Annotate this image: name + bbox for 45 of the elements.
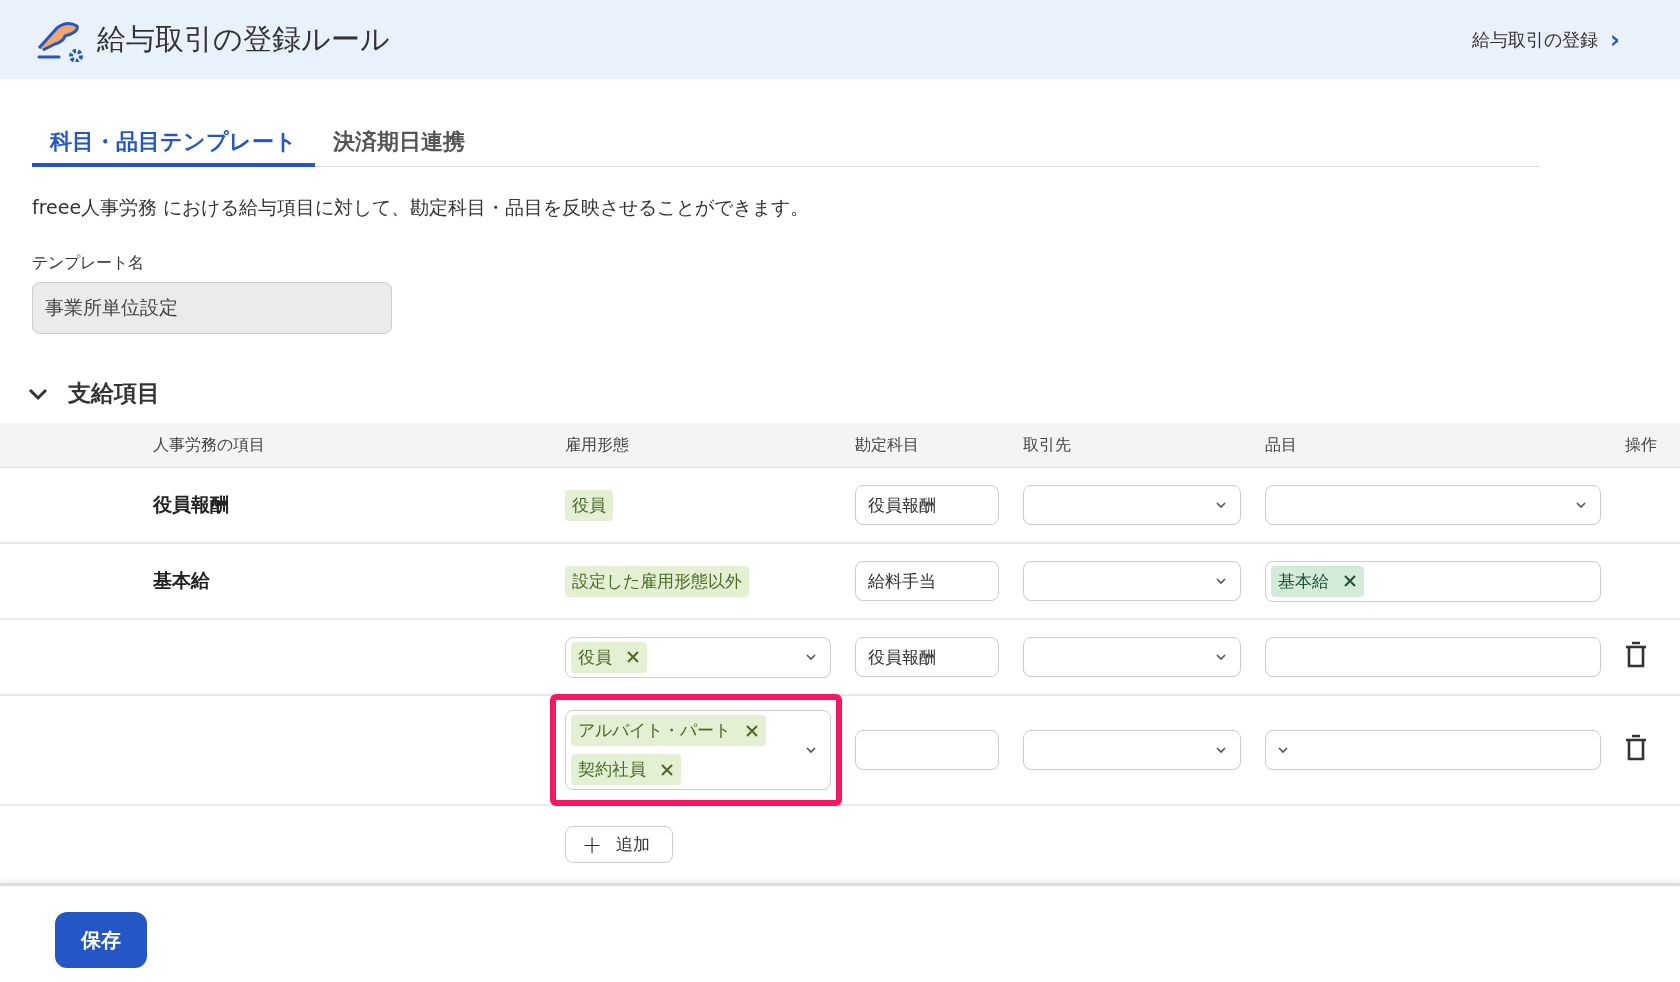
template-name-field[interactable]: 事業所単位設定 (32, 282, 392, 334)
register-link[interactable]: 給与取引の登録 › (1472, 25, 1620, 54)
tab[interactable]: 科目・品目テンプレート (32, 127, 315, 167)
section-title: 支給項目 (68, 379, 160, 408)
column-header: 操作 (1624, 434, 1658, 456)
tag: 基本給 (1271, 565, 1364, 597)
column-header: 雇用形態 (564, 434, 630, 456)
tag: 設定した雇用形態以外 (565, 565, 749, 597)
remove-icon[interactable] (626, 650, 640, 664)
employment-select[interactable]: アルバイト・パート 契約社員 (565, 710, 831, 790)
account-field[interactable]: 役員報酬 (855, 637, 999, 677)
partner-select[interactable] (1023, 485, 1241, 525)
trash-icon[interactable] (1625, 734, 1647, 762)
remove-icon[interactable] (745, 723, 759, 738)
remove-icon[interactable] (660, 762, 674, 777)
tag: 契約社員 (571, 754, 681, 785)
product-select[interactable] (1265, 637, 1601, 677)
description-text: freee人事労務 における給与項目に対して、勘定科目・品目を反映させることができます。 (32, 195, 811, 220)
remove-icon[interactable] (1343, 574, 1357, 588)
product-select[interactable] (1265, 730, 1601, 770)
partner-select[interactable] (1023, 637, 1241, 677)
item-name: 基本給 (153, 569, 210, 591)
trash-icon[interactable] (1625, 641, 1647, 669)
product-select[interactable] (1265, 485, 1601, 525)
account-field[interactable] (855, 730, 999, 770)
account-field[interactable]: 役員報酬 (855, 485, 999, 525)
tag: アルバイト・パート (571, 715, 766, 746)
column-header: 人事労務の項目 (152, 434, 266, 456)
partner-select[interactable] (1023, 561, 1241, 601)
save-button[interactable]: 保存 (55, 912, 147, 968)
employment-select[interactable]: 役員 (565, 636, 831, 678)
item-name: 役員報酬 (153, 493, 229, 515)
page-title: 給与取引の登録ルール (97, 20, 390, 58)
partner-select[interactable] (1023, 730, 1241, 770)
field-label: テンプレート名 (32, 253, 145, 274)
column-header: 勘定科目 (854, 434, 920, 456)
tab[interactable]: 決済期日連携 (315, 127, 483, 167)
tag: 役員 (571, 641, 647, 673)
column-header: 取引先 (1022, 434, 1072, 456)
column-header: 品目 (1264, 434, 1298, 456)
tag: 役員 (565, 489, 613, 521)
account-field[interactable]: 給料手当 (855, 561, 999, 601)
chevron-down-icon[interactable] (28, 386, 48, 401)
product-select[interactable]: 基本給 (1265, 560, 1601, 602)
add-button[interactable]: + 追加 (565, 826, 674, 863)
